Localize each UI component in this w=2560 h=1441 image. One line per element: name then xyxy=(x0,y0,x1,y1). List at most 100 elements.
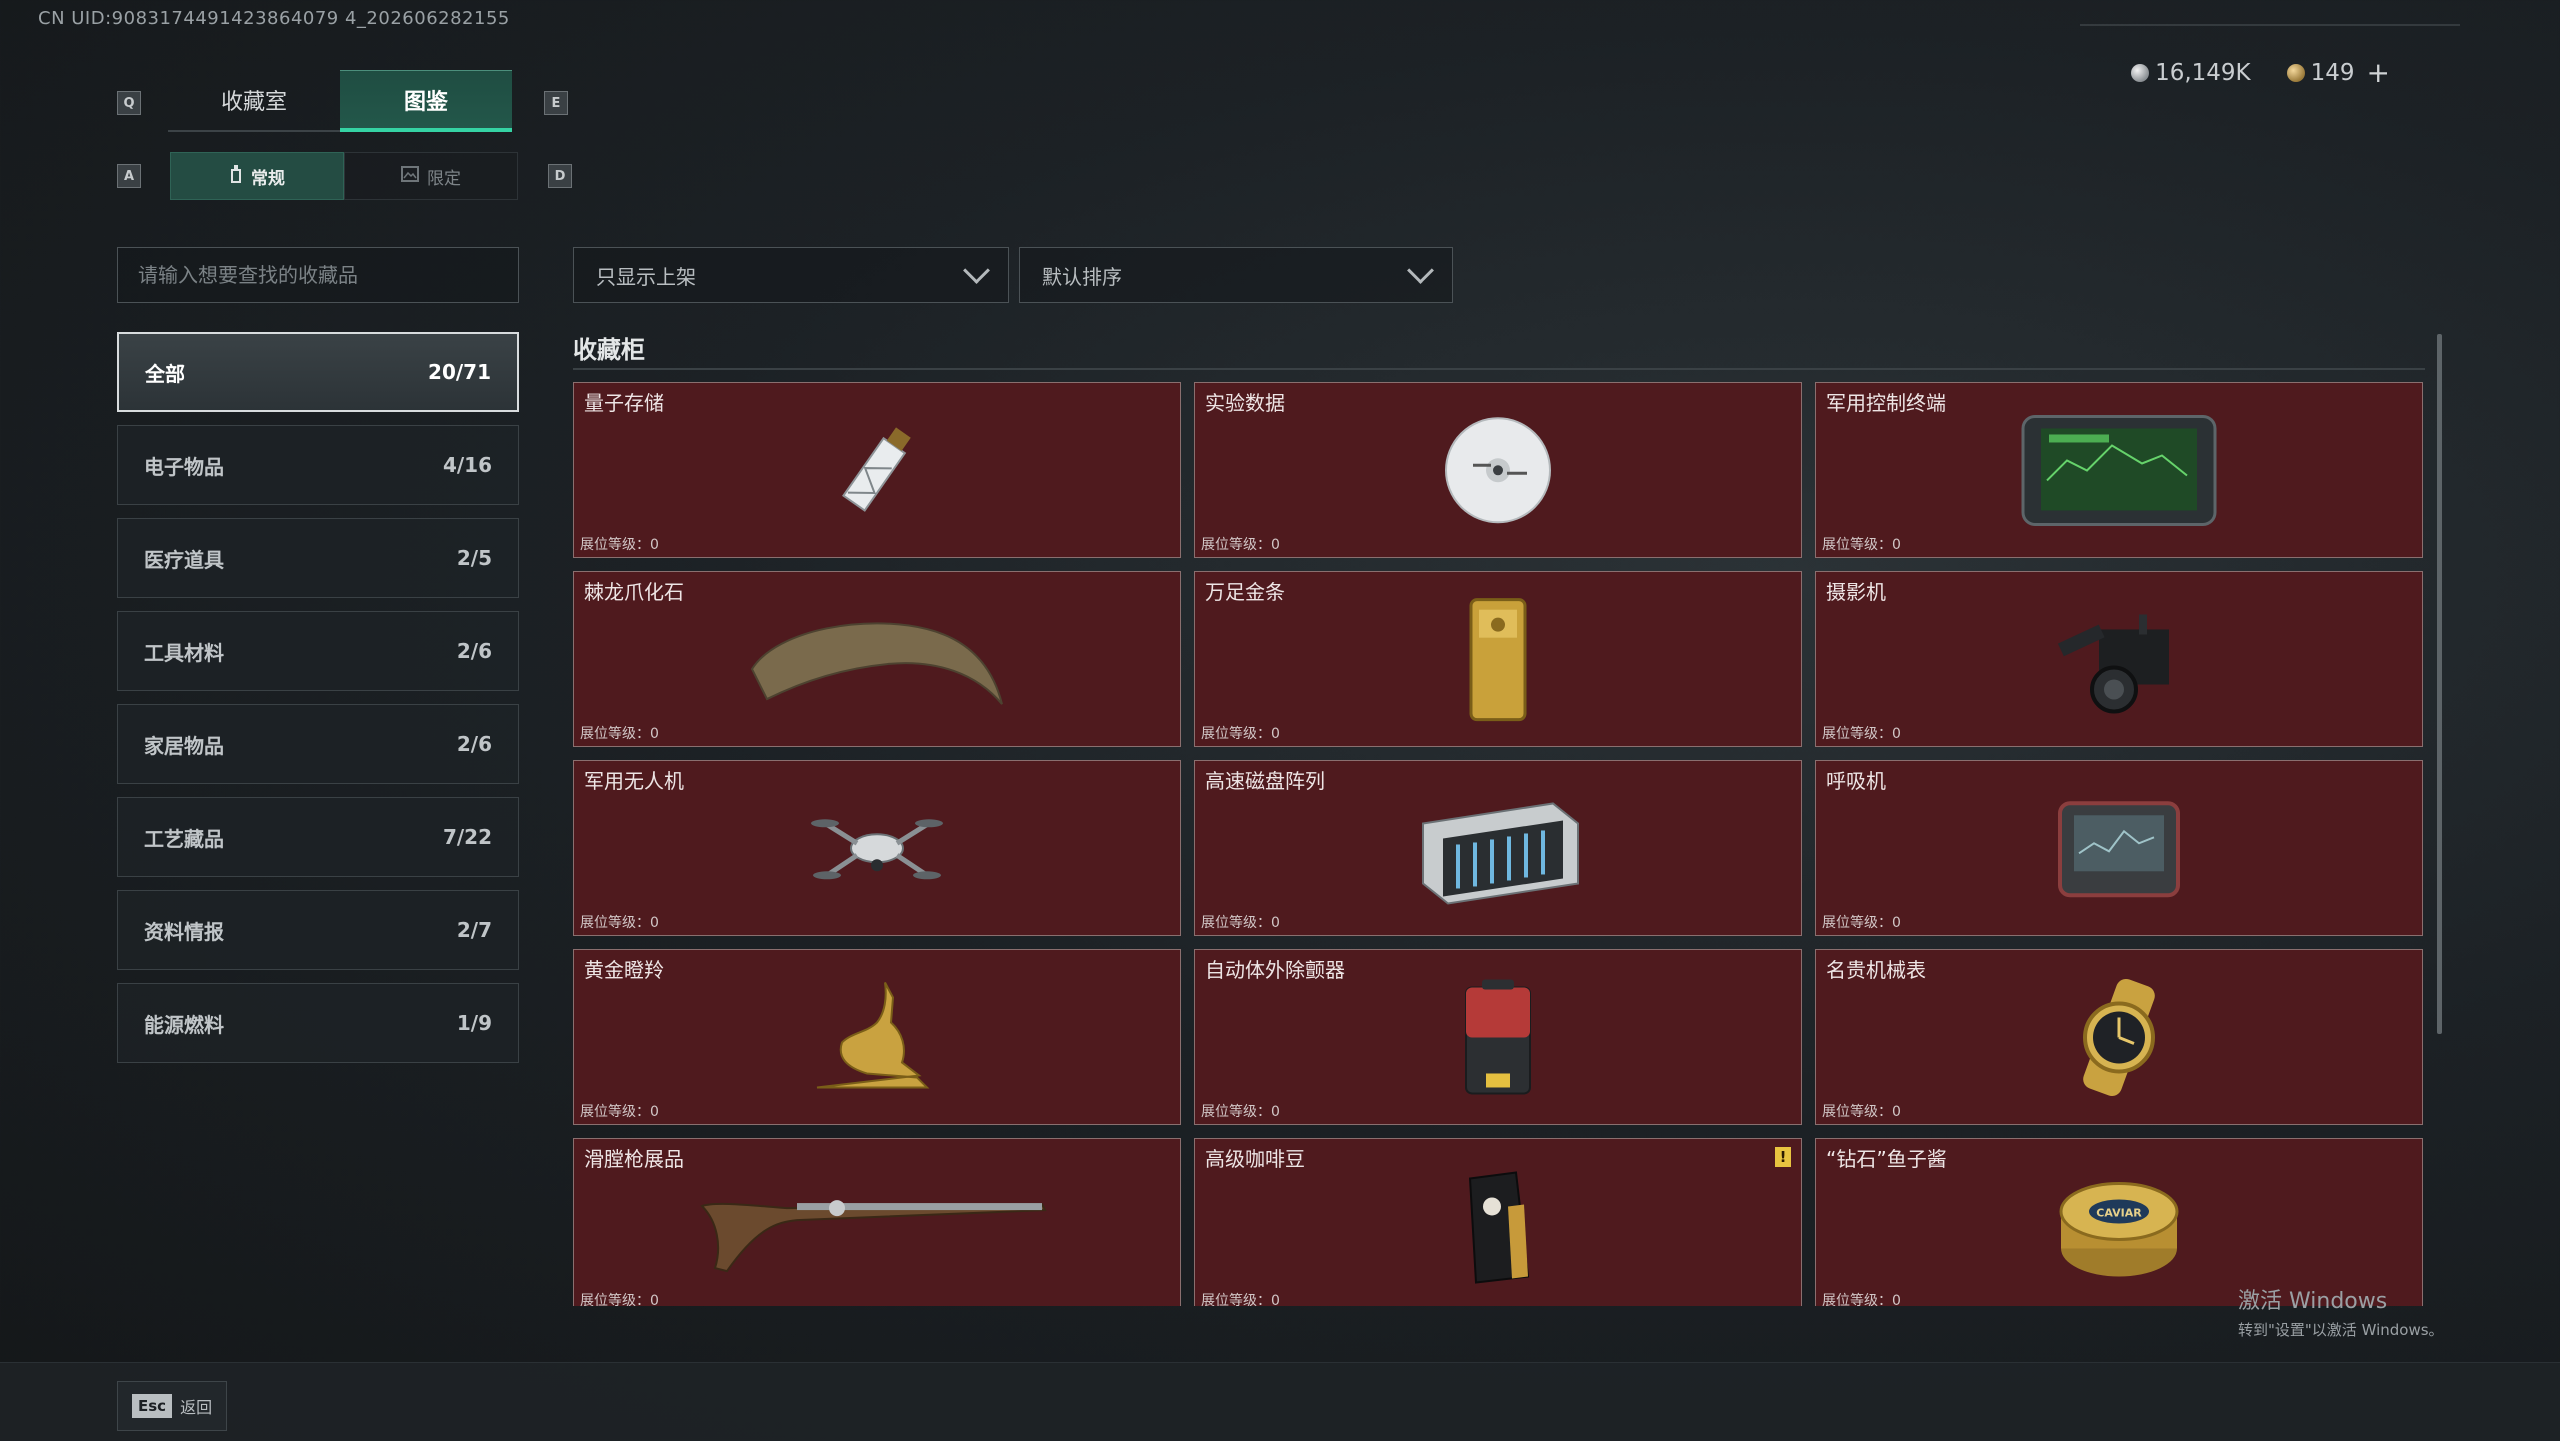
musket-icon xyxy=(697,1176,1057,1280)
collection-card[interactable]: 军用控制终端 展位等级：0 xyxy=(1815,382,2423,558)
filter-dropdown[interactable]: 只显示上架 xyxy=(573,247,1009,303)
booth-level: 展位等级：0 xyxy=(1822,726,1901,742)
item-name: 棘龙爪化石 xyxy=(584,580,684,604)
windows-activation-watermark: 激活 Windows 转到"设置"以激活 Windows。 xyxy=(2238,1283,2444,1340)
booth-level: 展位等级：0 xyxy=(580,537,659,553)
booth-level: 展位等级：0 xyxy=(1822,915,1901,931)
category-electronics[interactable]: 电子物品 4/16 xyxy=(117,425,519,505)
category-count: 2/5 xyxy=(456,546,492,570)
back-button[interactable]: Esc 返回 xyxy=(117,1381,228,1431)
category-count: 2/6 xyxy=(456,732,492,756)
category-all[interactable]: 全部 20/71 xyxy=(117,332,519,412)
category-label: 电子物品 xyxy=(144,454,224,479)
subtab-regular-label: 常规 xyxy=(251,168,285,189)
chevron-down-icon xyxy=(963,256,990,284)
bottom-bar: Esc 返回 xyxy=(0,1362,2560,1441)
collection-card[interactable]: 名贵机械表 展位等级：0 xyxy=(1815,949,2423,1125)
category-list: 全部 20/71 电子物品 4/16 医疗道具 2/5 工具材料 2/6 家居物… xyxy=(117,332,519,1076)
collection-card[interactable]: 军用无人机 展位等级：0 xyxy=(573,760,1181,936)
ventilator-icon xyxy=(2054,793,2184,907)
booth-level: 展位等级：0 xyxy=(580,726,659,742)
category-count: 7/22 xyxy=(442,825,492,849)
add-currency-button[interactable]: + xyxy=(2367,56,2390,89)
category-energy[interactable]: 能源燃料 1/9 xyxy=(117,983,519,1063)
gold-coin-icon xyxy=(2286,63,2305,82)
category-medical[interactable]: 医疗道具 2/5 xyxy=(117,518,519,598)
tab-collection-room[interactable]: 收藏室 xyxy=(168,70,340,132)
booth-level: 展位等级：0 xyxy=(1201,915,1280,931)
collection-grid: 量子存储 展位等级：0 实验数据 展位等级：0 军用控制终端 展位等级：0 棘龙… xyxy=(573,382,2425,1306)
category-label: 工具材料 xyxy=(144,640,224,665)
gold-currency: 149 + xyxy=(2286,56,2390,89)
defibrillator-icon xyxy=(1458,977,1538,1101)
image-icon xyxy=(401,165,419,187)
subtab-limited[interactable]: 限定 xyxy=(344,152,518,200)
category-label: 全部 xyxy=(145,361,185,386)
booth-level: 展位等级：0 xyxy=(1822,1104,1901,1120)
booth-level: 展位等级：0 xyxy=(580,1104,659,1120)
section-divider xyxy=(573,368,2425,370)
category-label: 工艺藏品 xyxy=(144,826,224,851)
tab-catalog[interactable]: 图鉴 xyxy=(340,70,512,132)
item-name: 军用控制终端 xyxy=(1826,391,1946,415)
collection-grid-viewport: 量子存储 展位等级：0 实验数据 展位等级：0 军用控制终端 展位等级：0 棘龙… xyxy=(573,382,2425,1306)
silver-coin-icon xyxy=(2131,63,2150,82)
subtab-regular[interactable]: 常规 xyxy=(170,152,344,200)
gold-bar-icon xyxy=(1463,595,1533,729)
category-household[interactable]: 家居物品 2/6 xyxy=(117,704,519,784)
gold-amount: 149 xyxy=(2310,59,2355,86)
category-tools[interactable]: 工具材料 2/6 xyxy=(117,611,519,691)
item-name: 自动体外除颤器 xyxy=(1205,958,1345,982)
collection-card[interactable]: 自动体外除颤器 展位等级：0 xyxy=(1194,949,1802,1125)
currency-bar: 16,149K 149 + xyxy=(2109,56,2390,89)
booth-level: 展位等级：0 xyxy=(580,915,659,931)
military-terminal-icon xyxy=(2019,410,2219,534)
category-count: 2/7 xyxy=(456,918,492,942)
coffee-bag-icon xyxy=(1458,1166,1538,1290)
item-name: 量子存储 xyxy=(584,391,664,415)
subtab-limited-label: 限定 xyxy=(427,168,461,189)
new-alert-badge: ! xyxy=(1775,1147,1791,1167)
collection-card[interactable]: 高级咖啡豆 ! 展位等级：0 xyxy=(1194,1138,1802,1306)
collection-card[interactable]: 黄金瞪羚 展位等级：0 xyxy=(573,949,1181,1125)
booth-level: 展位等级：0 xyxy=(1822,537,1901,553)
claw-fossil-icon xyxy=(747,609,1007,713)
collection-card[interactable]: 滑膛枪展品 展位等级：0 xyxy=(573,1138,1181,1306)
silver-amount: 16,149K xyxy=(2155,59,2251,86)
booth-level: 展位等级：0 xyxy=(1201,537,1280,553)
item-name: “钻石”鱼子酱 xyxy=(1826,1147,1947,1171)
collection-card[interactable]: “钻石”鱼子酱 CAVIAR 展位等级：0 xyxy=(1815,1138,2423,1306)
collection-card[interactable]: 万足金条 展位等级：0 xyxy=(1194,571,1802,747)
key-hint-d[interactable]: D xyxy=(548,164,572,188)
collection-card[interactable]: 棘龙爪化石 展位等级：0 xyxy=(573,571,1181,747)
collection-card[interactable]: 呼吸机 展位等级：0 xyxy=(1815,760,2423,936)
disk-array-icon xyxy=(1413,788,1583,912)
collection-card[interactable]: 摄影机 展位等级：0 xyxy=(1815,571,2423,747)
sub-tabs: 常规 限定 xyxy=(170,152,518,200)
disc-icon xyxy=(1443,415,1553,529)
search-input[interactable] xyxy=(117,247,519,303)
collection-card[interactable]: 实验数据 展位等级：0 xyxy=(1194,382,1802,558)
category-label: 家居物品 xyxy=(144,733,224,758)
item-name: 名贵机械表 xyxy=(1826,958,1926,982)
category-crafts[interactable]: 工艺藏品 7/22 xyxy=(117,797,519,877)
section-title: 收藏柜 xyxy=(573,336,645,364)
collection-card[interactable]: 量子存储 展位等级：0 xyxy=(573,382,1181,558)
caviar-tin-icon: CAVIAR xyxy=(2054,1166,2184,1290)
booth-level: 展位等级：0 xyxy=(580,1293,659,1306)
back-label: 返回 xyxy=(180,1398,213,1417)
category-intel[interactable]: 资料情报 2/7 xyxy=(117,890,519,970)
key-hint-e[interactable]: E xyxy=(544,91,568,115)
key-hint-q[interactable]: Q xyxy=(117,91,141,115)
main-tabs: 收藏室 图鉴 xyxy=(168,70,512,134)
item-name: 呼吸机 xyxy=(1826,769,1886,793)
category-count: 1/9 xyxy=(456,1011,492,1035)
grid-scrollbar[interactable] xyxy=(2437,334,2442,1034)
item-name: 高速磁盘阵列 xyxy=(1205,769,1325,793)
bottle-icon xyxy=(229,164,243,189)
collection-card[interactable]: 高速磁盘阵列 展位等级：0 xyxy=(1194,760,1802,936)
category-label: 能源燃料 xyxy=(144,1012,224,1037)
sort-dropdown[interactable]: 默认排序 xyxy=(1019,247,1453,303)
key-hint-a[interactable]: A xyxy=(117,164,141,188)
item-name: 高级咖啡豆 xyxy=(1205,1147,1305,1171)
